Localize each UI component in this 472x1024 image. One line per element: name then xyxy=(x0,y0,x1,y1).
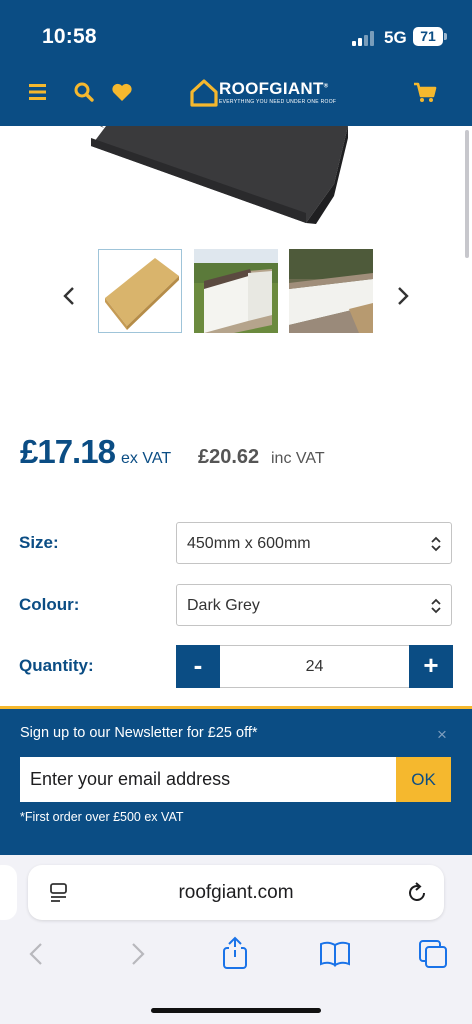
size-select-value: 450mm x 600mm xyxy=(187,535,311,552)
logo-tagline: EVERYTHING YOU NEED UNDER ONE ROOF xyxy=(219,99,337,105)
logo-text: ROOFGIANT® xyxy=(219,79,329,98)
select-chevron-icon xyxy=(431,536,441,552)
colour-select[interactable]: Dark Grey xyxy=(176,584,452,626)
previous-tab-edge[interactable] xyxy=(0,865,17,920)
price-inc-vat-label: inc VAT xyxy=(271,450,325,467)
newsletter-note: *First order over £500 ex VAT xyxy=(20,810,184,824)
cart-icon[interactable] xyxy=(412,80,437,104)
house-logo-icon xyxy=(190,79,218,107)
gallery-prev-arrow[interactable] xyxy=(58,283,80,309)
home-indicator xyxy=(151,1008,321,1013)
colour-select-value: Dark Grey xyxy=(187,597,260,614)
newsletter-email-input[interactable]: Enter your email address xyxy=(20,757,396,802)
search-icon[interactable] xyxy=(72,80,96,104)
colour-label: Colour: xyxy=(19,595,80,614)
battery-icon: 71 xyxy=(413,27,443,46)
heart-icon[interactable] xyxy=(110,80,134,104)
share-icon[interactable] xyxy=(221,936,249,975)
tabs-icon[interactable] xyxy=(417,938,449,975)
quantity-decrease-button[interactable]: - xyxy=(176,645,220,688)
newsletter-ok-button[interactable]: OK xyxy=(396,757,451,802)
network-type: 5G xyxy=(384,28,407,47)
thumbnail-1[interactable] xyxy=(98,249,182,333)
menu-icon[interactable] xyxy=(26,80,50,104)
quantity-label: Quantity: xyxy=(19,656,94,675)
price-ex-vat: £17.18 xyxy=(20,433,116,470)
battery-tip xyxy=(444,33,447,40)
newsletter-close-icon[interactable]: × xyxy=(437,725,447,745)
back-icon[interactable] xyxy=(26,941,48,972)
thumbnail-3[interactable] xyxy=(289,249,373,333)
gallery-next-arrow[interactable] xyxy=(392,283,414,309)
select-chevron-icon xyxy=(431,598,441,614)
bookmarks-icon[interactable] xyxy=(318,940,352,973)
reload-icon[interactable] xyxy=(405,881,429,910)
thumbnail-2[interactable] xyxy=(194,249,278,333)
signal-icon xyxy=(352,31,378,46)
price-ex-vat-label: ex VAT xyxy=(121,450,172,467)
forward-icon[interactable] xyxy=(126,941,148,972)
size-select[interactable]: 450mm x 600mm xyxy=(176,522,452,564)
url-text[interactable]: roofgiant.com xyxy=(28,882,444,904)
quantity-input[interactable]: 24 xyxy=(220,645,409,688)
size-label: Size: xyxy=(19,533,59,552)
price-inc-vat: £20.62 xyxy=(198,446,260,468)
quantity-increase-button[interactable]: + xyxy=(409,645,453,688)
status-time: 10:58 xyxy=(42,25,97,48)
product-main-image[interactable] xyxy=(86,126,384,230)
newsletter-title: Sign up to our Newsletter for £25 off* xyxy=(20,725,258,741)
page-scrollbar[interactable] xyxy=(465,130,469,258)
